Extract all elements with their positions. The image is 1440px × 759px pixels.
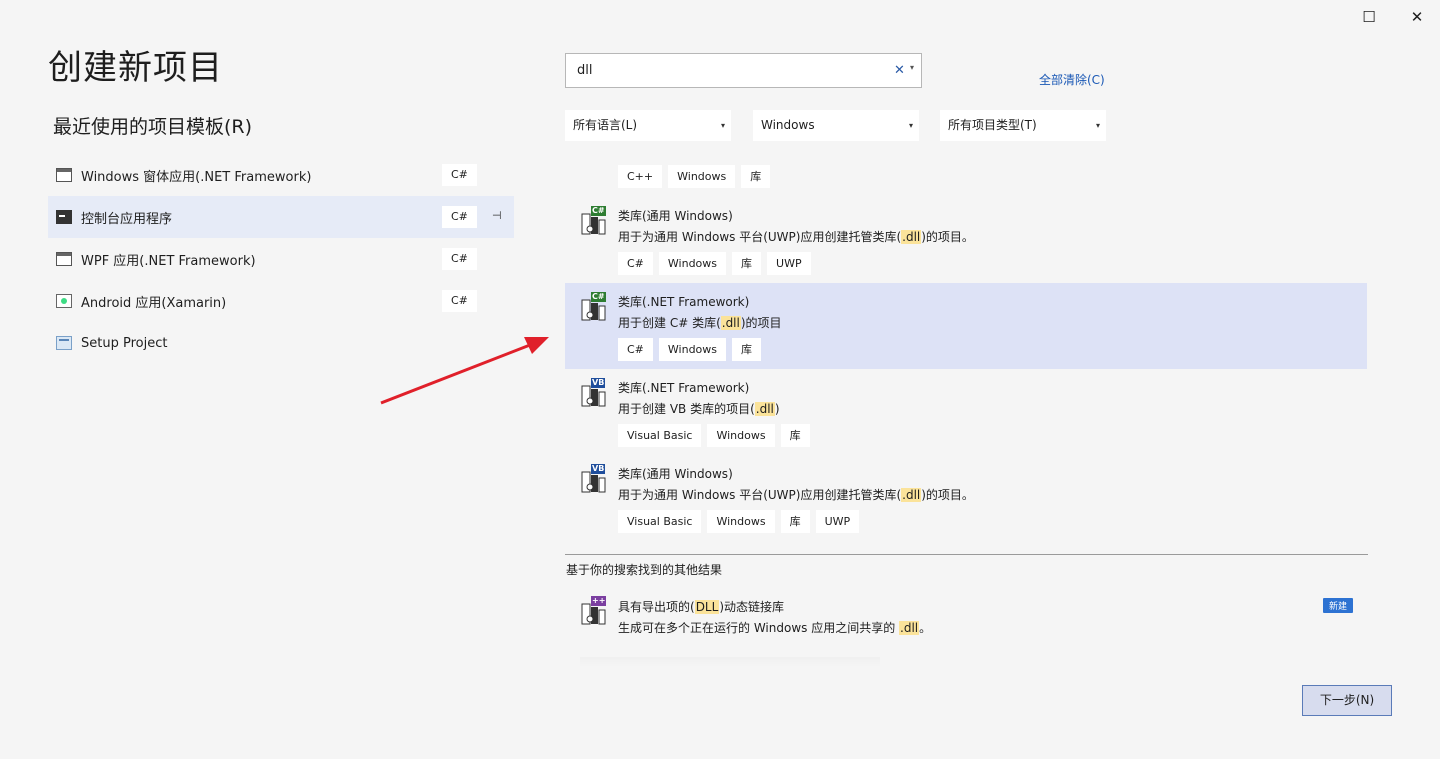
tag: Windows — [658, 252, 727, 275]
template-description: 用于为通用 Windows 平台(UWP)应用创建托管类库(.dll)的项目。 — [618, 488, 974, 502]
language-filter[interactable]: 所有语言(L) ▾ — [565, 110, 731, 141]
template-tags: Visual Basic Windows 库 — [618, 424, 810, 447]
template-title: 类库(通用 Windows) — [618, 467, 733, 481]
previous-item-tags: C++ Windows 库 — [618, 165, 771, 188]
tag: Windows — [668, 165, 736, 188]
tag: 库 — [732, 252, 762, 275]
recent-item-label: WPF 应用(.NET Framework) — [81, 253, 256, 269]
recent-item-setup-project[interactable]: Setup Project — [48, 322, 514, 364]
chevron-down-icon: ▾ — [908, 121, 913, 130]
page-title: 创建新项目 — [48, 48, 223, 88]
clear-all-link[interactable]: 全部清除(C) — [1039, 71, 1105, 88]
recent-item-winforms[interactable]: Windows 窗体应用(.NET Framework) C# — [48, 154, 514, 196]
template-tags: C# Windows 库 UWP — [618, 252, 811, 275]
tag: Windows — [707, 424, 775, 447]
tag: Visual Basic — [618, 510, 702, 533]
language-tag: C# — [442, 206, 477, 228]
console-icon — [56, 210, 72, 224]
language-tag: C# — [442, 164, 477, 186]
template-tags: C# Windows 库 — [618, 338, 762, 361]
platform-filter-value: Windows — [761, 118, 815, 132]
template-item-uwp-class-library-vb[interactable]: VB 类库(通用 Windows) 用于为通用 Windows 平台(UWP)应… — [565, 455, 1367, 541]
class-library-icon: VB — [581, 378, 607, 408]
tag: Windows — [658, 338, 727, 361]
template-title: 具有导出项的(DLL)动态链接库 — [618, 600, 784, 614]
maximize-button[interactable]: ☐ — [1358, 6, 1380, 28]
template-item-uwp-class-library-cs[interactable]: C# 类库(通用 Windows) 用于为通用 Windows 平台(UWP)应… — [565, 197, 1367, 283]
close-button[interactable]: ✕ — [1406, 6, 1428, 28]
tag: Visual Basic — [618, 424, 702, 447]
dll-library-icon: ++ — [581, 596, 607, 626]
setup-icon — [56, 336, 72, 350]
chevron-down-icon: ▾ — [1095, 121, 1100, 130]
recent-item-wpf[interactable]: WPF 应用(.NET Framework) C# — [48, 238, 514, 280]
csharp-badge: C# — [591, 206, 606, 216]
project-type-filter-value: 所有项目类型(T) — [948, 118, 1037, 132]
language-tag: C# — [442, 248, 477, 270]
tag: 库 — [780, 510, 810, 533]
new-badge: 新建 — [1323, 598, 1354, 613]
template-title: 类库(通用 Windows) — [618, 209, 733, 223]
template-title: 类库(.NET Framework) — [618, 295, 750, 309]
recent-item-android[interactable]: Android 应用(Xamarin) C# — [48, 280, 514, 322]
chevron-down-icon: ▾ — [720, 121, 725, 130]
platform-filter[interactable]: Windows ▾ — [753, 110, 919, 141]
clear-search-icon[interactable]: ✕ — [894, 63, 905, 78]
template-item-net-framework-class-library-cs[interactable]: C# 类库(.NET Framework) 用于创建 C# 类库(.dll)的项… — [565, 283, 1367, 369]
recent-templates-list: Windows 窗体应用(.NET Framework) C# 控制台应用程序 … — [48, 154, 514, 364]
tag: Windows — [707, 510, 775, 533]
tag: C# — [618, 252, 653, 275]
template-description: 用于创建 C# 类库(.dll)的项目 — [618, 316, 782, 330]
winforms-icon — [56, 168, 72, 182]
tag: UWP — [767, 252, 811, 275]
search-box: ✕ ▾ — [565, 53, 922, 88]
android-icon — [56, 294, 72, 308]
vb-badge: VB — [591, 378, 606, 388]
tag: 库 — [780, 424, 810, 447]
recent-templates-heading: 最近使用的项目模板(R) — [53, 116, 253, 138]
template-description: 用于创建 VB 类库的项目(.dll) — [618, 402, 780, 416]
csharp-badge: C# — [591, 292, 606, 302]
tag: 库 — [732, 338, 762, 361]
template-description: 用于为通用 Windows 平台(UWP)应用创建托管类库(.dll)的项目。 — [618, 230, 974, 244]
language-tag: C# — [442, 290, 477, 312]
other-results-heading: 基于你的搜索找到的其他结果 — [566, 563, 723, 577]
template-tags: Visual Basic Windows 库 UWP — [618, 510, 860, 533]
class-library-icon: VB — [581, 464, 607, 494]
pin-icon[interactable]: ⊣ — [492, 209, 502, 222]
recent-item-label: Setup Project — [81, 335, 168, 351]
cpp-badge: ++ — [591, 596, 607, 606]
tag: C++ — [618, 165, 663, 188]
template-item-dll-with-exports[interactable]: ++ 具有导出项的(DLL)动态链接库 生成可在多个正在运行的 Windows … — [565, 596, 1367, 646]
language-filter-value: 所有语言(L) — [573, 118, 638, 132]
results-divider — [565, 554, 1368, 555]
search-history-dropdown-icon[interactable]: ▾ — [910, 63, 914, 72]
template-title: 类库(.NET Framework) — [618, 381, 750, 395]
faded-next-item — [580, 657, 880, 667]
recent-item-label: 控制台应用程序 — [81, 211, 173, 227]
recent-item-console[interactable]: 控制台应用程序 C# ⊣ — [48, 196, 514, 238]
tag: C# — [618, 338, 653, 361]
class-library-icon: C# — [581, 206, 607, 236]
wpf-icon — [56, 252, 72, 266]
class-library-icon: C# — [581, 292, 607, 322]
next-button[interactable]: 下一步(N) — [1302, 685, 1392, 716]
recent-item-label: Android 应用(Xamarin) — [81, 295, 227, 311]
template-description: 生成可在多个正在运行的 Windows 应用之间共享的 .dll。 — [618, 621, 932, 635]
recent-item-label: Windows 窗体应用(.NET Framework) — [81, 169, 312, 185]
project-type-filter[interactable]: 所有项目类型(T) ▾ — [940, 110, 1106, 141]
vb-badge: VB — [591, 464, 606, 474]
tag: 库 — [741, 165, 771, 188]
tag: UWP — [815, 510, 860, 533]
search-input[interactable] — [566, 63, 884, 78]
template-item-net-framework-class-library-vb[interactable]: VB 类库(.NET Framework) 用于创建 VB 类库的项目(.dll… — [565, 369, 1367, 455]
